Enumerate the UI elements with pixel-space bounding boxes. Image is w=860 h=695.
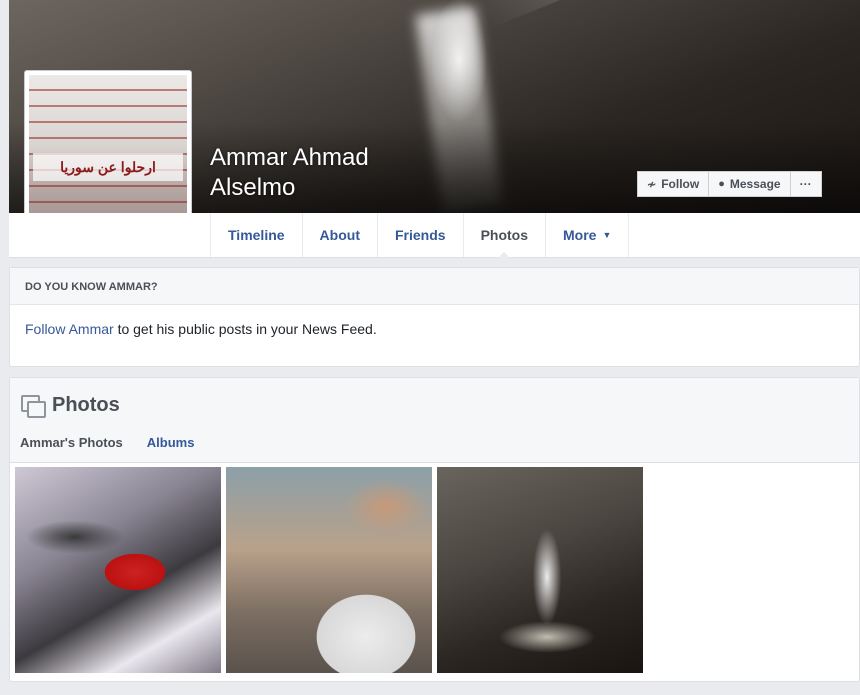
message-button[interactable]: ● Message — [709, 171, 791, 197]
profile-name[interactable]: Ammar Ahmad Alselmo — [210, 143, 369, 203]
tab-timeline[interactable]: Timeline — [210, 213, 302, 257]
know-heading: DO YOU KNOW AMMAR? — [10, 268, 859, 305]
ellipsis-icon: ··· — [799, 177, 812, 191]
photos-card: Photos Ammar's Photos Albums — [9, 377, 860, 682]
profile-actions: ≁ Follow ● Message ··· — [637, 171, 822, 197]
photo-thumbnail[interactable] — [15, 467, 221, 673]
photos-title-label: Photos — [52, 394, 120, 416]
tab-label: More — [563, 227, 597, 243]
profile-name-line2: Alselmo — [210, 174, 296, 201]
caret-down-icon: ▼ — [602, 230, 612, 240]
rss-icon: ≁ — [647, 178, 657, 191]
tab-about[interactable]: About — [301, 213, 377, 257]
know-body: Follow Ammar to get his public posts in … — [10, 305, 859, 353]
tab-label: Photos — [480, 227, 529, 243]
know-ammar-card: DO YOU KNOW AMMAR? Follow Ammar to get h… — [9, 267, 860, 367]
photo-thumbnail[interactable] — [226, 467, 432, 673]
tab-label: About — [319, 227, 360, 243]
tab-friends[interactable]: Friends — [376, 213, 463, 257]
profile-picture-image: ارحلوا عن سوريا — [29, 75, 187, 233]
follow-button[interactable]: ≁ Follow — [637, 171, 710, 197]
tab-label: Timeline — [228, 227, 285, 243]
message-label: Message — [729, 177, 781, 191]
tab-albums[interactable]: Albums — [147, 435, 195, 450]
photo-grid — [15, 467, 643, 673]
profile-name-line1: Ammar Ahmad — [210, 144, 369, 171]
profile-nav-bar: Timeline About Friends Photos More ▼ — [9, 213, 860, 258]
cover-light-ray — [465, 0, 845, 28]
profile-tabs: Timeline About Friends Photos More ▼ — [210, 213, 630, 258]
photos-header: Photos Ammar's Photos Albums — [10, 378, 859, 463]
tab-more[interactable]: More ▼ — [545, 213, 630, 257]
photos-tabs: Ammar's Photos Albums — [20, 435, 194, 450]
messenger-icon: ● — [718, 178, 725, 190]
tab-label: Friends — [394, 227, 446, 243]
know-text: to get his public posts in your News Fee… — [113, 321, 377, 337]
more-options-button[interactable]: ··· — [790, 171, 822, 197]
follow-ammar-link[interactable]: Follow Ammar — [25, 321, 114, 337]
tab-photos[interactable]: Photos — [462, 213, 545, 258]
photos-icon — [21, 394, 46, 418]
photo-thumbnail[interactable] — [437, 467, 643, 673]
follow-label: Follow — [661, 177, 700, 191]
avatar-graffiti-text: ارحلوا عن سوريا — [33, 153, 183, 181]
tab-ammars-photos[interactable]: Ammar's Photos — [20, 435, 123, 450]
photos-title[interactable]: Photos — [21, 394, 120, 418]
